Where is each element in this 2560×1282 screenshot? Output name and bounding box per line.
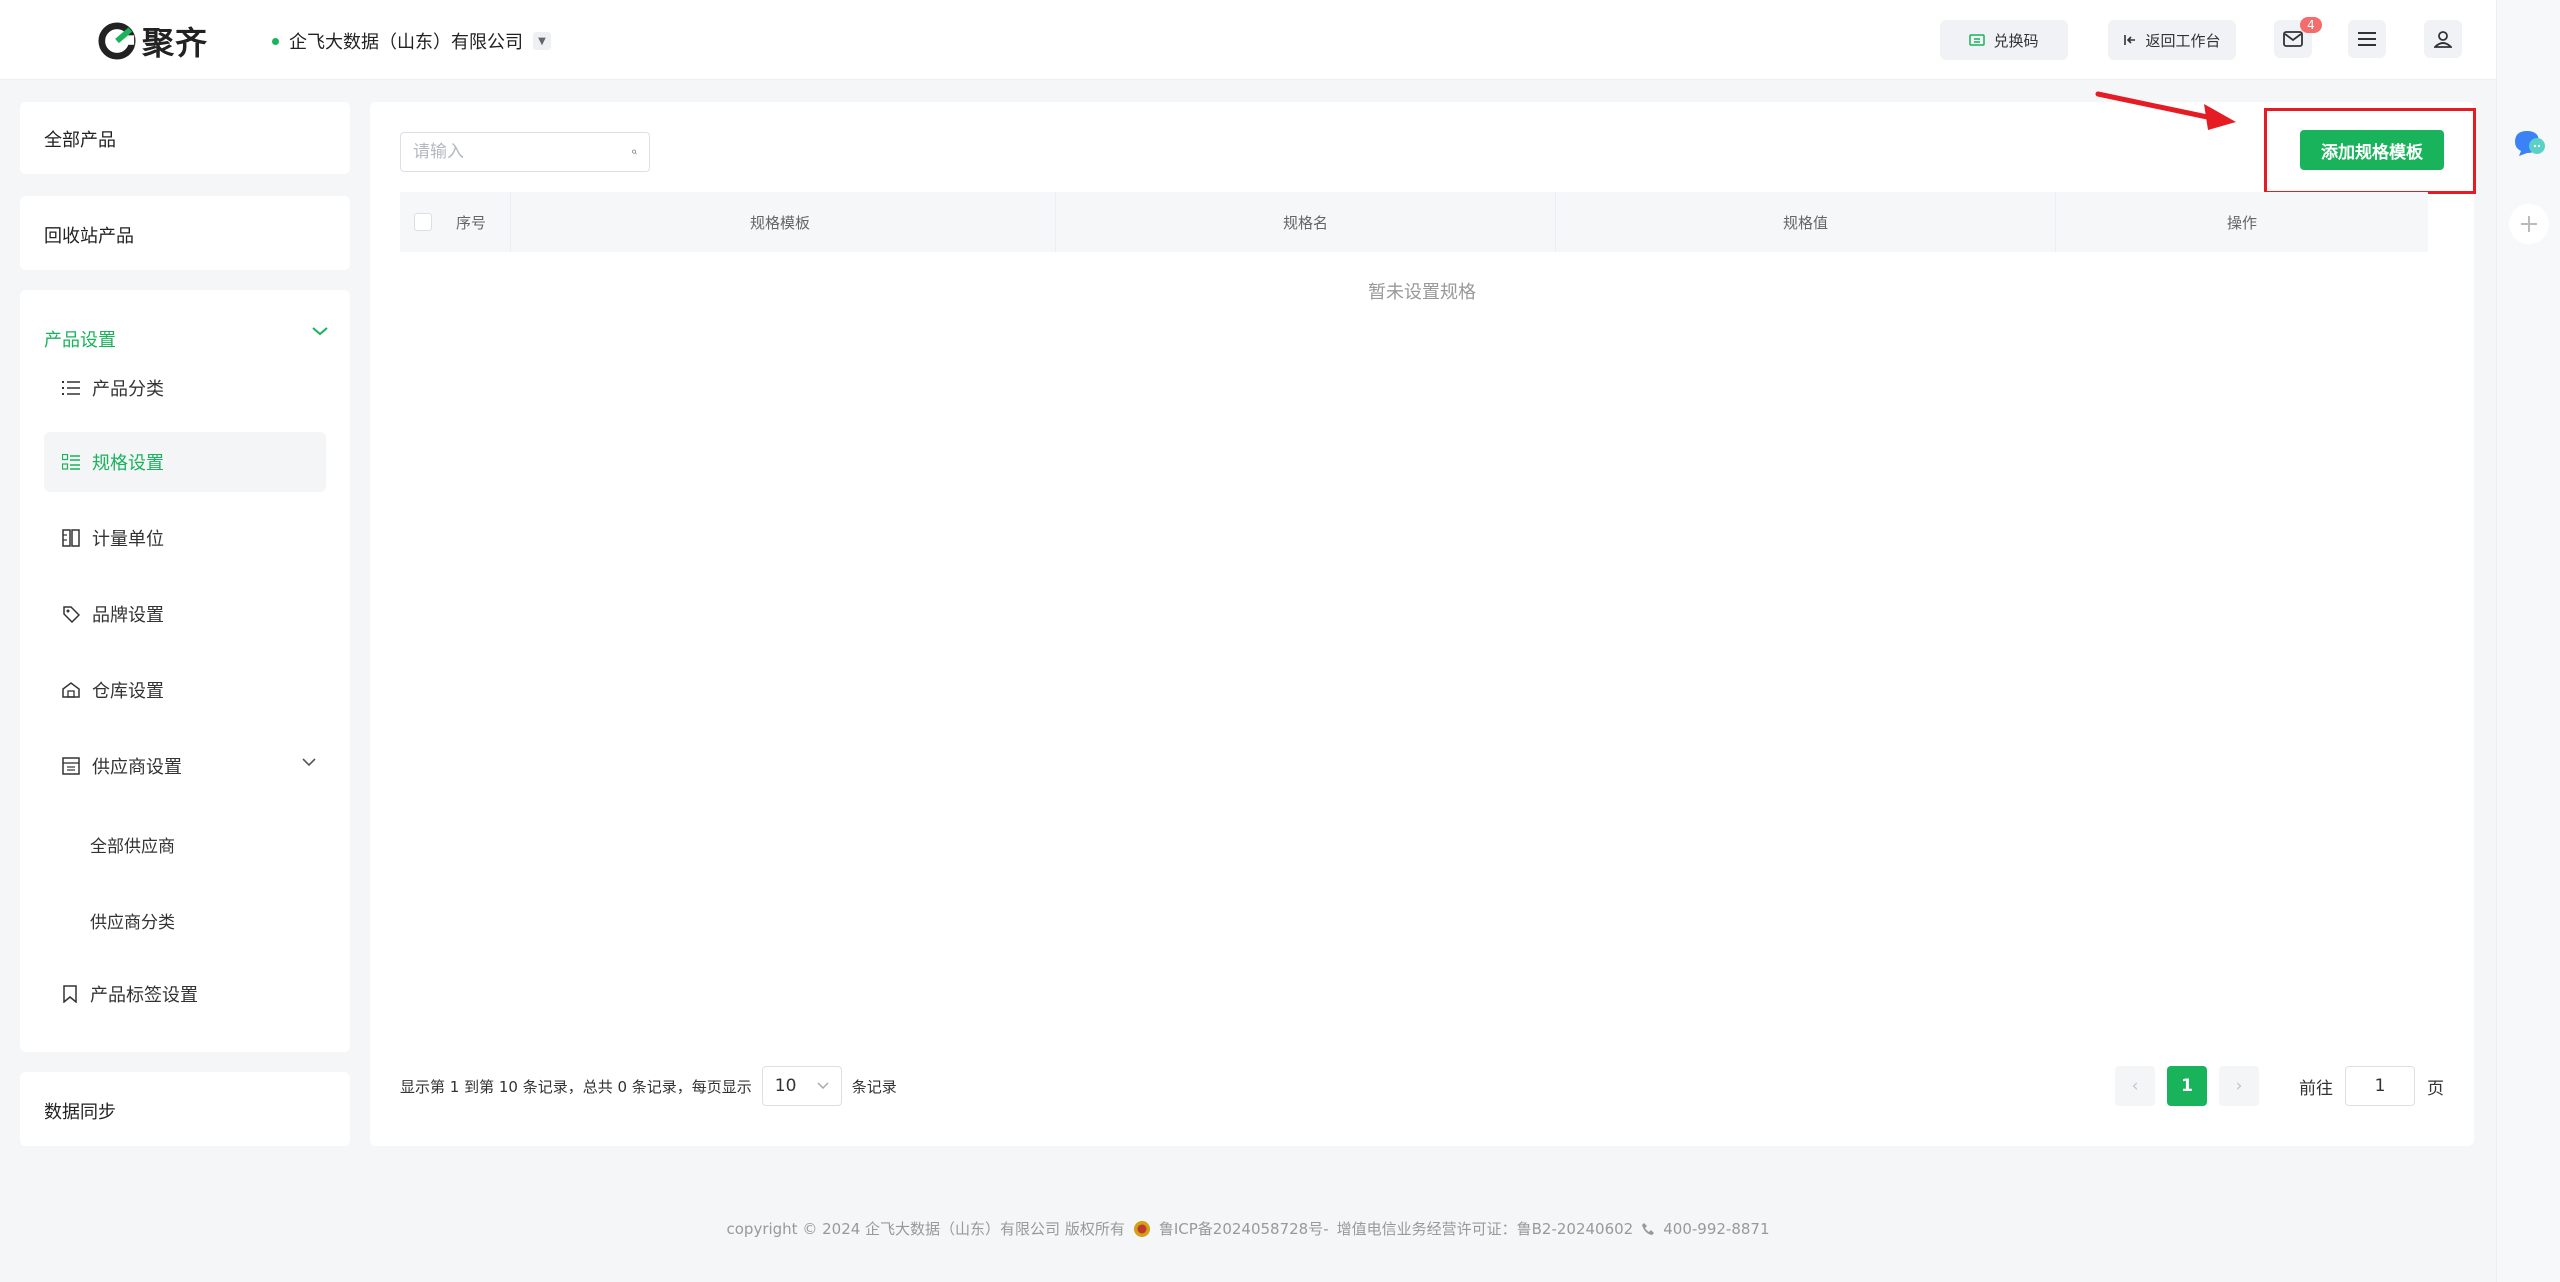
spec-grid-icon <box>62 454 80 470</box>
column-index: 序号 <box>456 213 487 232</box>
back-icon <box>2124 35 2136 45</box>
sidebar-card-recycle[interactable]: 回收站产品 <box>20 196 350 270</box>
supplier-icon <box>62 757 80 775</box>
sidebar-item-label: 规格设置 <box>92 453 164 474</box>
records-suffix: 条记录 <box>851 1077 897 1096</box>
ticket-icon <box>1969 34 1986 46</box>
ruler-icon <box>62 529 80 547</box>
logo-text: 聚齐 <box>142 24 209 62</box>
license-text: 增值电信业务经营许可证：鲁B2-20240602 <box>1336 1220 1634 1238</box>
sidebar-item-supplier[interactable]: 供应商设置 <box>44 736 326 796</box>
sidebar-item-label: 品牌设置 <box>92 605 164 626</box>
police-badge-icon <box>1133 1220 1150 1237</box>
sidebar-item-label: 计量单位 <box>92 529 164 550</box>
sidebar-item-label: 产品分类 <box>92 379 164 400</box>
sidebar-group-product-settings[interactable]: 产品设置 <box>44 326 116 352</box>
add-spec-template-button[interactable]: 添加规格模板 <box>2300 130 2444 170</box>
chevron-down-icon[interactable] <box>302 758 316 767</box>
empty-state-text: 暂未设置规格 <box>1368 282 1476 303</box>
annotation-arrow-icon <box>2095 91 2236 130</box>
goto-prefix: 前往 <box>2299 1078 2333 1099</box>
sidebar-item-category[interactable]: 产品分类 <box>44 358 326 418</box>
mail-button[interactable]: 4 <box>2274 17 2322 58</box>
redeem-label: 兑换码 <box>1993 31 2039 50</box>
next-page-button[interactable]: › <box>2219 1066 2259 1106</box>
mail-badge: 4 <box>2300 17 2322 33</box>
column-actions: 操作 <box>2227 213 2258 232</box>
logo-icon <box>98 22 136 60</box>
table-header: 序号 规格模板 规格名 规格值 操作 <box>400 192 2428 252</box>
mail-icon <box>2283 31 2303 47</box>
column-spec-template: 规格模板 <box>750 213 811 232</box>
right-rail <box>2496 0 2560 1282</box>
sidebar-item-recycle[interactable]: 回收站产品 <box>44 222 134 248</box>
column-divider <box>1055 192 1056 252</box>
chevron-down-icon <box>817 1082 829 1090</box>
logo[interactable]: 聚齐 <box>98 18 208 64</box>
column-spec-name: 规格名 <box>1283 213 1329 232</box>
sidebar-item-product-tags[interactable]: 产品标签设置 <box>44 964 326 1024</box>
add-button[interactable] <box>2509 204 2549 244</box>
pagination-summary: 显示第 1 到第 10 条记录，总共 0 条记录，每页显示 <box>400 1077 752 1096</box>
bookmark-icon <box>63 985 77 1003</box>
user-icon <box>2434 31 2452 48</box>
column-divider <box>2055 192 2056 252</box>
back-to-workbench-button[interactable]: 返回工作台 <box>2108 20 2236 60</box>
select-all-checkbox[interactable] <box>414 213 432 231</box>
company-switcher[interactable]: 企飞大数据（山东）有限公司 ▼ <box>272 28 551 54</box>
search-icon[interactable] <box>632 143 637 161</box>
copyright-text: copyright © 2024 企飞大数据（山东）有限公司 版权所有 <box>726 1220 1125 1238</box>
sidebar-item-brand[interactable]: 品牌设置 <box>44 584 326 644</box>
sidebar-item-label: 产品标签设置 <box>90 985 198 1006</box>
plus-icon <box>2521 216 2537 232</box>
top-header: 聚齐 企飞大数据（山东）有限公司 ▼ 兑换码 返回工作台 4 <box>0 0 2496 80</box>
pagination-bar: 显示第 1 到第 10 条记录，总共 0 条记录，每页显示 10 条记录 ‹ 1… <box>400 1066 2444 1106</box>
tag-icon <box>63 606 80 623</box>
phone-icon <box>1642 1222 1655 1235</box>
sidebar-card-product-settings: 产品设置 产品分类 规格设置 计量单位 品牌设置 仓库设置 供应商设置 全部供应… <box>20 290 350 1052</box>
main-panel: 添加规格模板 序号 规格模板 规格名 规格值 操作 暂未设置规格 显示第 1 到… <box>370 102 2476 1146</box>
warehouse-icon <box>62 682 80 698</box>
icp-link[interactable]: 鲁ICP备2024058728号- <box>1159 1218 1329 1239</box>
goto-suffix: 页 <box>2427 1078 2444 1099</box>
sidebar-item-all-suppliers[interactable]: 全部供应商 <box>90 832 175 857</box>
phone-text: 400-992-8871 <box>1663 1219 1770 1238</box>
chat-assistant-icon[interactable] <box>2511 128 2547 160</box>
status-dot <box>272 37 279 45</box>
menu-icon <box>2358 32 2376 46</box>
prev-page-button[interactable]: ‹ <box>2115 1066 2155 1106</box>
user-button[interactable] <box>2424 20 2462 58</box>
column-spec-value: 规格值 <box>1783 213 1829 232</box>
chevron-down-icon[interactable]: ▼ <box>533 32 551 50</box>
back-label: 返回工作台 <box>2145 31 2221 50</box>
goto-page-input[interactable]: 1 <box>2345 1066 2415 1106</box>
column-divider <box>510 192 511 252</box>
redeem-code-button[interactable]: 兑换码 <box>1940 20 2068 60</box>
sidebar-item-warehouse[interactable]: 仓库设置 <box>44 660 326 720</box>
page-size-select[interactable]: 10 <box>761 1066 842 1106</box>
sidebar-item-label: 仓库设置 <box>92 681 164 702</box>
sidebar-card-data-sync[interactable]: 数据同步 <box>20 1072 350 1146</box>
column-divider <box>1555 192 1556 252</box>
page-number-button[interactable]: 1 <box>2167 1066 2207 1106</box>
sidebar-item-label: 供应商设置 <box>92 757 182 778</box>
site-footer: copyright © 2024 企飞大数据（山东）有限公司 版权所有 鲁ICP… <box>0 1218 2496 1239</box>
page-size-value: 10 <box>774 1076 797 1096</box>
sidebar-card-all-products[interactable]: 全部产品 <box>20 102 350 174</box>
sidebar-item-spec-settings[interactable]: 规格设置 <box>44 432 326 492</box>
search-box[interactable] <box>400 132 650 172</box>
chevron-up-icon[interactable] <box>312 326 328 336</box>
pager: ‹ 1 › 前往 1 页 <box>2115 1066 2444 1106</box>
sidebar-item-units[interactable]: 计量单位 <box>44 508 326 568</box>
search-input[interactable] <box>413 142 632 162</box>
sidebar-item-all-products[interactable]: 全部产品 <box>44 126 116 152</box>
sidebar-item-supplier-category[interactable]: 供应商分类 <box>90 908 175 933</box>
menu-button[interactable] <box>2348 20 2386 58</box>
list-icon <box>62 381 80 395</box>
company-name: 企飞大数据（山东）有限公司 <box>289 32 523 53</box>
sidebar-item-data-sync[interactable]: 数据同步 <box>44 1098 116 1124</box>
